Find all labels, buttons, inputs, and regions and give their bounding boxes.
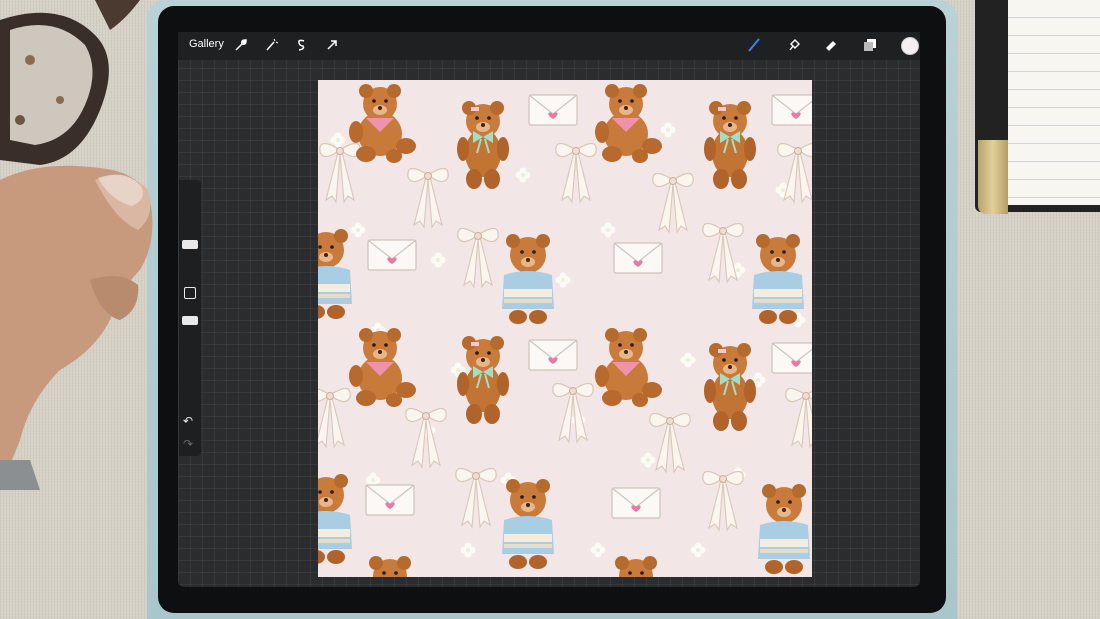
opacity-slider[interactable] — [182, 316, 198, 325]
redo-button[interactable]: ↷ — [183, 438, 193, 450]
top-toolbar — [178, 32, 920, 60]
wrench-icon[interactable] — [232, 36, 250, 54]
notebook-spine — [978, 140, 1008, 214]
brush-size-slider[interactable] — [182, 240, 198, 249]
hand — [0, 165, 153, 490]
magic-wand-icon[interactable] — [262, 36, 280, 54]
brush-icon[interactable] — [745, 36, 763, 54]
transform-arrow-icon[interactable] — [323, 36, 341, 54]
selection-s-icon[interactable] — [292, 36, 310, 54]
eyeglasses — [0, 0, 140, 166]
undo-button[interactable]: ↶ — [183, 415, 193, 427]
eraser-icon[interactable] — [822, 36, 840, 54]
pattern-artwork — [318, 84, 812, 577]
smudge-icon[interactable] — [785, 36, 803, 54]
gallery-button[interactable]: Gallery — [189, 38, 224, 50]
modify-button[interactable] — [184, 287, 196, 299]
layers-icon[interactable] — [861, 36, 879, 54]
color-picker-button[interactable] — [901, 37, 919, 55]
artwork-canvas[interactable] — [318, 80, 812, 577]
notebook-page — [1008, 0, 1100, 205]
